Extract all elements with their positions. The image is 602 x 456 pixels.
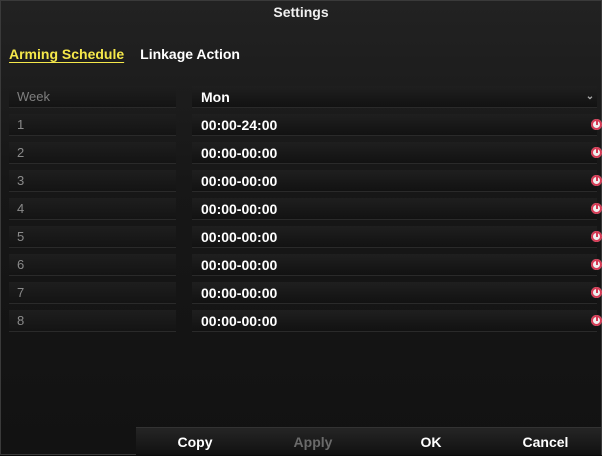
clock-icon[interactable] [591,315,602,326]
clock-icon[interactable] [591,231,602,242]
period-time-field[interactable]: 00:00-00:00 [192,226,597,248]
copy-button[interactable]: Copy [136,427,254,455]
period-index: 7 [9,282,176,304]
period-row: 4 00:00-00:00 [9,195,602,223]
period-index: 3 [9,170,176,192]
period-time-field[interactable]: 00:00-24:00 [192,114,597,136]
period-row: 8 00:00-00:00 [9,307,602,335]
clock-icon[interactable] [591,287,602,298]
clock-icon[interactable] [591,259,602,270]
period-time-field[interactable]: 00:00-00:00 [192,310,597,332]
period-index: 4 [9,198,176,220]
tab-arming-schedule[interactable]: Arming Schedule [9,41,124,67]
period-time-field[interactable]: 00:00-00:00 [192,254,597,276]
apply-button: Apply [254,427,372,455]
period-time-field[interactable]: 00:00-00:00 [192,142,597,164]
period-time-field[interactable]: 00:00-00:00 [192,170,597,192]
ok-button[interactable]: OK [372,427,490,455]
period-index: 5 [9,226,176,248]
tab-bar: Arming Schedule Linkage Action [9,41,240,67]
period-row: 1 00:00-24:00 [9,111,602,139]
settings-dialog: Settings Arming Schedule Linkage Action … [0,0,602,455]
period-row: 7 00:00-00:00 [9,279,602,307]
dialog-title: Settings [273,4,329,20]
period-index: 6 [9,254,176,276]
clock-icon[interactable] [591,175,602,186]
tab-linkage-action[interactable]: Linkage Action [140,41,240,67]
period-time-field[interactable]: 00:00-00:00 [192,198,597,220]
period-index: 2 [9,142,176,164]
period-row: 3 00:00-00:00 [9,167,602,195]
period-time-field[interactable]: 00:00-00:00 [192,282,597,304]
week-row: Week Mon ⌄ [9,83,601,111]
chevron-down-icon[interactable]: ⌄ [585,86,595,108]
button-bar: Copy Apply OK Cancel [1,427,601,455]
cancel-button[interactable]: Cancel [490,427,601,455]
schedule-table: Week Mon ⌄ 1 00:00-24:00 2 00:00-00:00 3… [9,83,602,335]
week-label: Week [9,86,176,108]
period-index: 8 [9,310,176,332]
clock-icon[interactable] [591,147,602,158]
day-select-value: Mon [201,89,230,105]
period-row: 6 00:00-00:00 [9,251,602,279]
period-row: 5 00:00-00:00 [9,223,602,251]
period-index: 1 [9,114,176,136]
clock-icon[interactable] [591,203,602,214]
period-row: 2 00:00-00:00 [9,139,602,167]
day-select[interactable]: Mon ⌄ [192,86,597,108]
clock-icon[interactable] [591,119,602,130]
